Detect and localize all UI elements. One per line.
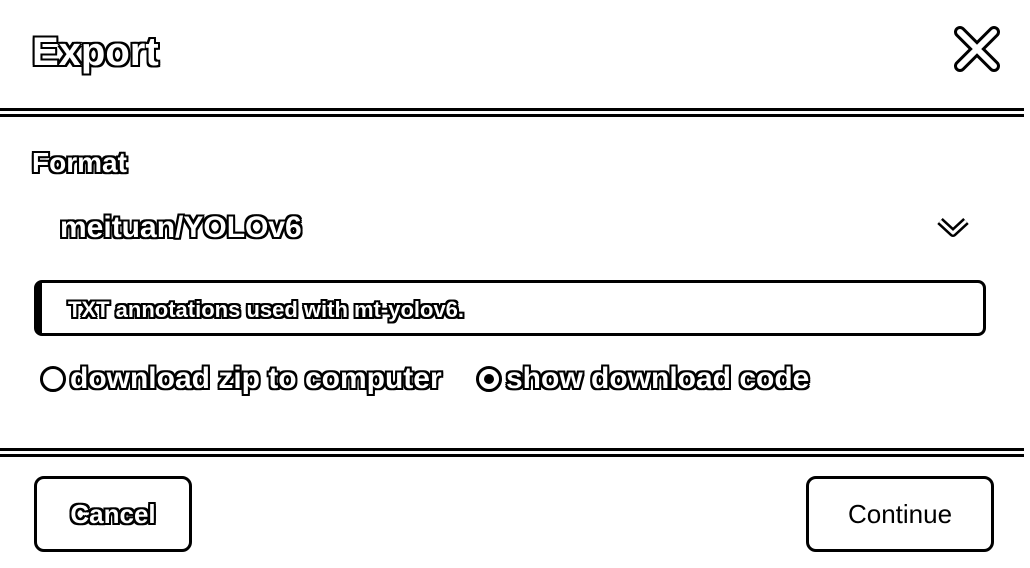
- footer-divider: [0, 448, 1024, 457]
- cancel-button[interactable]: Cancel: [34, 476, 192, 552]
- radio-download-zip[interactable]: download zip to computer: [40, 362, 442, 396]
- format-description-box: TXT annotations used with mt-yolov6.: [34, 280, 986, 336]
- radio-checked-icon: [476, 366, 502, 392]
- radio-label: download zip to computer: [70, 362, 442, 395]
- radio-show-code[interactable]: show download code: [476, 362, 809, 396]
- close-icon[interactable]: [952, 24, 1002, 74]
- format-value: meituan/YOLOv6: [60, 211, 302, 244]
- continue-button[interactable]: Continue: [806, 476, 994, 552]
- header-divider: [0, 108, 1024, 117]
- format-description: TXT annotations used with mt-yolov6.: [68, 297, 465, 322]
- chevron-down-icon: [937, 218, 969, 237]
- format-label: Format: [32, 147, 127, 178]
- format-select[interactable]: meituan/YOLOv6: [40, 205, 980, 251]
- dialog-title: Export: [32, 30, 159, 74]
- radio-label: show download code: [506, 362, 810, 395]
- radio-unchecked-icon: [40, 366, 66, 392]
